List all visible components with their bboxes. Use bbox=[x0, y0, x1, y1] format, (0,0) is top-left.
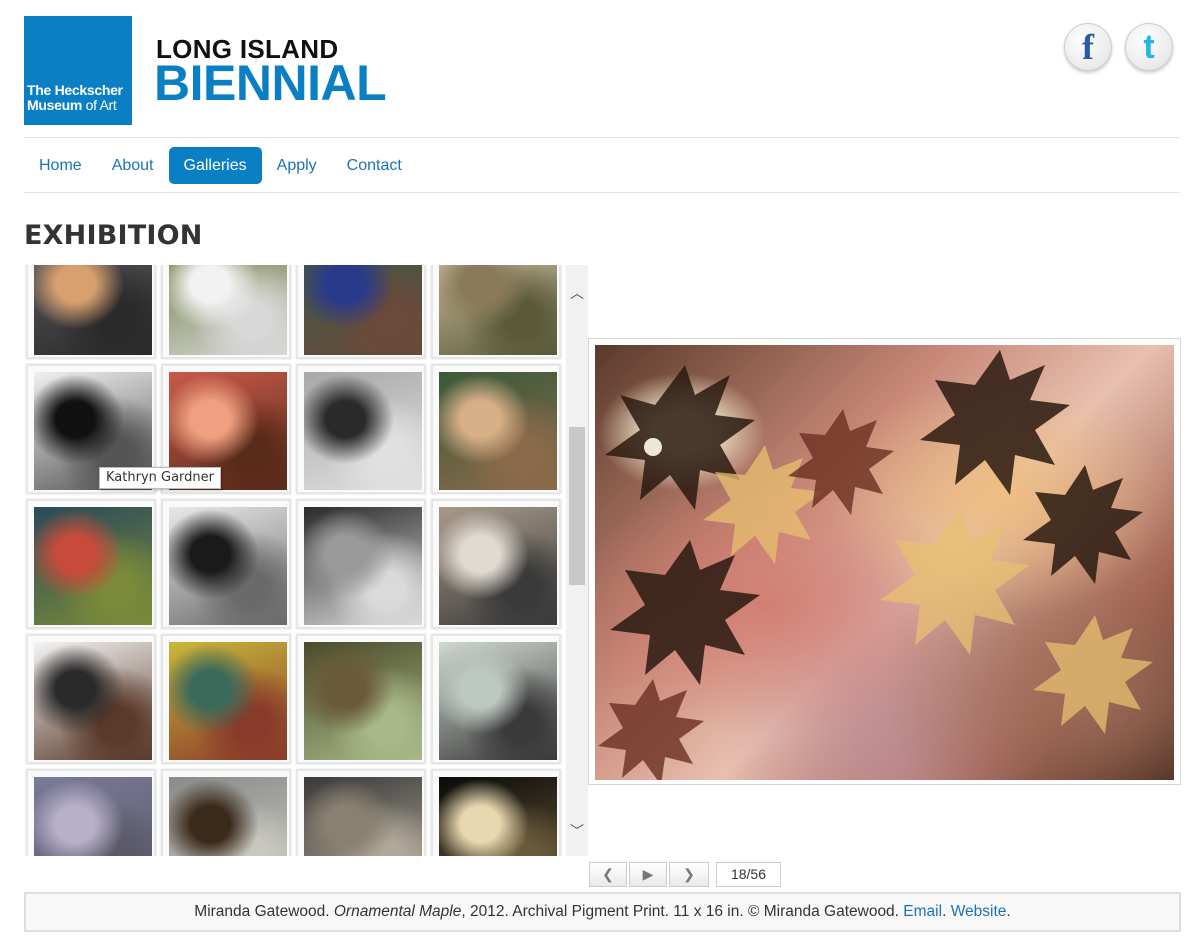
thumbnail-tooltip: Kathryn Gardner bbox=[99, 467, 221, 489]
museum-line1: The Heckscher bbox=[27, 82, 123, 98]
play-button[interactable]: ▶ bbox=[629, 862, 667, 887]
gallery-thumbnail[interactable] bbox=[431, 265, 561, 359]
thumbnail-image bbox=[304, 372, 422, 490]
gallery-thumbnail[interactable] bbox=[161, 634, 291, 764]
main-nav: Home About Galleries Apply Contact bbox=[24, 147, 417, 184]
nav-about[interactable]: About bbox=[97, 147, 169, 184]
gallery-thumbnail[interactable] bbox=[26, 634, 156, 764]
thumbnail-gallery[interactable] bbox=[24, 265, 564, 856]
artwork-caption: Miranda Gatewood. Ornamental Maple, 2012… bbox=[24, 892, 1181, 932]
twitter-icon[interactable]: t bbox=[1125, 23, 1173, 71]
gallery-thumbnail[interactable] bbox=[26, 499, 156, 629]
header-divider bbox=[24, 137, 1180, 138]
thumbnail-image bbox=[304, 642, 422, 760]
gallery-thumbnail[interactable] bbox=[26, 769, 156, 856]
maple-leaves-illustration bbox=[598, 350, 1153, 780]
caption-separator: . bbox=[942, 903, 951, 920]
page-title: EXHIBITION bbox=[24, 220, 203, 251]
caption-artist: Miranda Gatewood. bbox=[194, 903, 334, 920]
scroll-up-icon[interactable]: ︿ bbox=[566, 283, 588, 303]
image-counter: 18/56 bbox=[716, 862, 781, 887]
gallery-thumbnail[interactable] bbox=[431, 364, 561, 494]
next-button[interactable]: ❯ bbox=[669, 862, 709, 887]
thumbnail-image bbox=[439, 507, 557, 625]
gallery-thumbnail[interactable] bbox=[296, 769, 426, 856]
museum-logo[interactable]: The Heckscher Museum of Art bbox=[24, 16, 132, 125]
gallery-thumbnail[interactable] bbox=[296, 634, 426, 764]
thumbnail-image bbox=[439, 642, 557, 760]
thumbnail-image bbox=[439, 265, 557, 355]
thumbnail-image bbox=[169, 265, 287, 355]
nav-home[interactable]: Home bbox=[24, 147, 97, 184]
thumbnail-image bbox=[169, 642, 287, 760]
thumbnail-image bbox=[169, 777, 287, 856]
facebook-icon[interactable]: f bbox=[1064, 23, 1112, 71]
thumbnail-image bbox=[34, 642, 152, 760]
museum-line2-rest: of Art bbox=[82, 97, 117, 113]
scroll-down-icon[interactable]: ﹀ bbox=[566, 821, 588, 841]
main-image-viewer bbox=[588, 338, 1181, 785]
prev-button[interactable]: ❮ bbox=[589, 862, 627, 887]
thumbnail-image bbox=[304, 265, 422, 355]
nav-contact[interactable]: Contact bbox=[332, 147, 417, 184]
main-artwork-image[interactable] bbox=[595, 345, 1174, 780]
gallery-thumbnail[interactable] bbox=[161, 769, 291, 856]
caption-details: , 2012. Archival Pigment Print. 11 x 16 … bbox=[461, 903, 904, 920]
caption-end: . bbox=[1006, 903, 1011, 920]
thumbnail-image bbox=[34, 507, 152, 625]
gallery-thumbnail[interactable] bbox=[296, 364, 426, 494]
nav-apply[interactable]: Apply bbox=[262, 147, 332, 184]
page: The Heckscher Museum of Art LONG ISLAND … bbox=[0, 0, 1200, 949]
thumbnail-image bbox=[439, 777, 557, 856]
gallery-thumbnail[interactable] bbox=[431, 499, 561, 629]
gallery-thumbnail[interactable] bbox=[296, 265, 426, 359]
gallery-thumbnail[interactable] bbox=[161, 499, 291, 629]
thumbnail-image bbox=[439, 372, 557, 490]
thumbnail-image bbox=[169, 507, 287, 625]
thumbnail-image bbox=[34, 265, 152, 355]
caption-email-link[interactable]: Email bbox=[903, 903, 942, 920]
caption-title: Ornamental Maple bbox=[333, 903, 462, 920]
thumbnail-image bbox=[304, 507, 422, 625]
gallery-thumbnail[interactable] bbox=[431, 769, 561, 856]
gallery-scrollbar[interactable]: ︿ ﹀ bbox=[566, 265, 588, 856]
scrollbar-thumb[interactable] bbox=[569, 427, 585, 585]
caption-website-link[interactable]: Website bbox=[951, 903, 1007, 920]
museum-name: The Heckscher Museum of Art bbox=[27, 83, 123, 113]
brand-title-bottom: BIENNIAL bbox=[154, 55, 387, 111]
thumbnail-image bbox=[34, 777, 152, 856]
thumbnail-image bbox=[304, 777, 422, 856]
gallery-thumbnail[interactable] bbox=[26, 265, 156, 359]
nav-divider bbox=[24, 192, 1180, 193]
gallery-thumbnail[interactable] bbox=[161, 265, 291, 359]
nav-galleries[interactable]: Galleries bbox=[168, 147, 262, 184]
gallery-thumbnail[interactable] bbox=[431, 634, 561, 764]
museum-line2-bold: Museum bbox=[27, 97, 82, 113]
gallery-thumbnail[interactable] bbox=[296, 499, 426, 629]
